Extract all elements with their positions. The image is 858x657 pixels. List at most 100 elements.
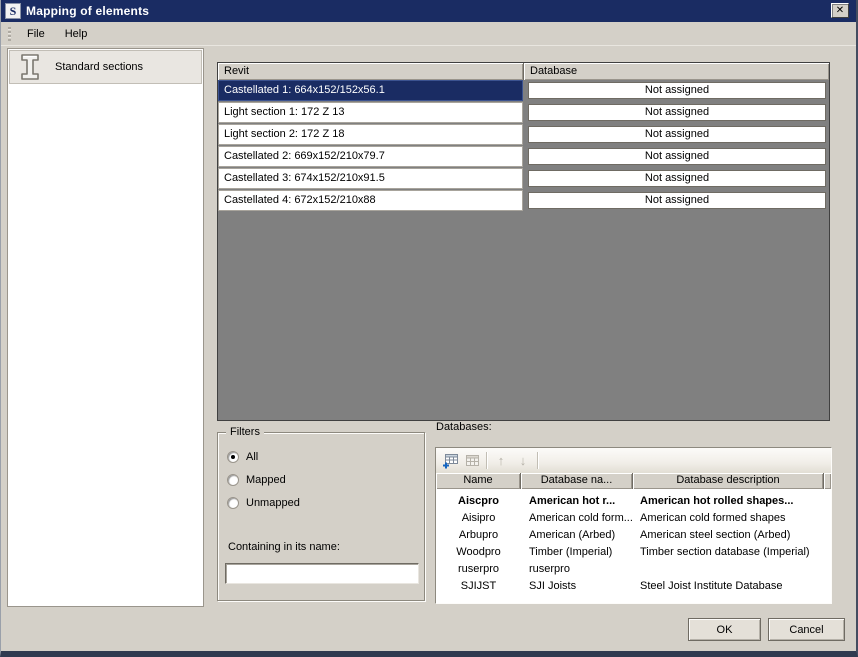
revit-section-cell[interactable]: Castellated 4: 672x152/210x88 [218,190,523,211]
database-row[interactable]: ruserpro ruserpro [436,561,831,578]
close-icon[interactable]: ✕ [831,3,849,18]
database-name-cell[interactable]: Aiscpro [436,493,521,510]
databases-panel: ↑ ↓ Name Database na... Database descrip… [435,447,832,604]
database-cell-area: Not assigned [524,168,829,189]
menu-bar: File Help [1,22,856,46]
edit-database-button[interactable] [461,451,483,471]
revit-section-cell[interactable]: Castellated 3: 674x152/210x91.5 [218,168,523,189]
database-row[interactable]: Aisipro American cold form... American c… [436,510,831,527]
add-database-button[interactable] [439,451,461,471]
filter-options: All Mapped Unmapped [218,451,424,509]
radio-button-icon[interactable] [227,474,239,486]
move-up-button[interactable]: ↑ [490,451,512,471]
database-name-cell[interactable]: Woodpro [436,544,521,561]
menu-help[interactable]: Help [55,24,98,44]
toolbar-separator [537,452,538,469]
filter-radio-option[interactable]: Mapped [227,474,424,486]
database-assignment-cell[interactable]: Not assigned [528,82,826,99]
filters-group: Filters All Mapped Unmapped Containing i… [217,426,425,601]
column-header-database-name[interactable]: Database na... [521,473,633,489]
database-cell-area: Not assigned [524,102,829,123]
sidebar-item-label: Standard sections [55,61,144,73]
radio-label: Unmapped [246,497,300,509]
radio-label: All [246,451,259,463]
database-dbname-cell[interactable]: Timber (Imperial) [521,544,633,561]
containing-in-name-label: Containing in its name: [228,541,340,553]
database-cell-area: Not assigned [524,190,829,211]
column-header-database-description[interactable]: Database description [633,473,824,489]
column-header-revit[interactable]: Revit [218,63,524,80]
database-row[interactable]: Woodpro Timber (Imperial) Timber section… [436,544,831,561]
filters-group-title: Filters [226,426,264,439]
i-beam-icon [21,54,39,80]
revit-section-cell[interactable]: Castellated 1: 664x152/152x56.1 [218,80,523,101]
databases-rows: Aiscpro American hot r... American hot r… [436,489,831,595]
database-description-cell[interactable]: American steel section (Arbed) [633,527,831,544]
sidebar: Standard sections [7,48,204,607]
table-row[interactable]: Castellated 2: 669x152/210x79.7 Not assi… [218,146,829,167]
database-description-cell[interactable] [633,561,831,578]
filter-radio-option[interactable]: All [227,451,424,463]
filter-radio-option[interactable]: Unmapped [227,497,424,509]
database-description-cell[interactable]: American hot rolled shapes... [633,493,831,510]
radio-label: Mapped [246,474,286,486]
database-assignment-cell[interactable]: Not assigned [528,148,826,165]
title-bar[interactable]: S Mapping of elements ✕ [1,0,856,22]
database-dbname-cell[interactable]: ruserpro [521,561,633,578]
database-row[interactable]: SJIJST SJI Joists Steel Joist Institute … [436,578,831,595]
revit-section-cell[interactable]: Light section 2: 172 Z 18 [218,124,523,145]
revit-section-cell[interactable]: Light section 1: 172 Z 13 [218,102,523,123]
databases-table-header: Name Database na... Database description [436,473,831,489]
window-title: Mapping of elements [26,4,150,18]
database-name-cell[interactable]: SJIJST [436,578,521,595]
table-row[interactable]: Castellated 4: 672x152/210x88 Not assign… [218,190,829,211]
radio-button-icon[interactable] [227,451,239,463]
mapping-of-elements-dialog: S Mapping of elements ✕ File Help Standa… [0,0,858,657]
containing-in-name-input[interactable] [225,563,419,584]
arrow-up-icon: ↑ [497,453,505,468]
database-description-cell[interactable]: Timber section database (Imperial) [633,544,831,561]
table-row[interactable]: Light section 2: 172 Z 18 Not assigned [218,124,829,145]
mapping-table-rows: Castellated 1: 664x152/152x56.1 Not assi… [218,80,829,211]
databases-label: Databases: [436,421,492,433]
database-dbname-cell[interactable]: American (Arbed) [521,527,633,544]
column-header-spacer [824,473,831,489]
edit-database-icon [465,454,479,466]
database-dbname-cell[interactable]: American hot r... [521,493,633,510]
sidebar-item-standard-sections[interactable]: Standard sections [9,50,202,84]
menu-file[interactable]: File [17,24,55,44]
database-description-cell[interactable]: American cold formed shapes [633,510,831,527]
table-row[interactable]: Light section 1: 172 Z 13 Not assigned [218,102,829,123]
add-database-icon [442,453,458,468]
mapping-table-header: Revit Database [218,63,829,80]
ok-button[interactable]: OK [688,618,761,641]
revit-section-cell[interactable]: Castellated 2: 669x152/210x79.7 [218,146,523,167]
radio-button-icon[interactable] [227,497,239,509]
database-name-cell[interactable]: Aisipro [436,510,521,527]
databases-toolbar: ↑ ↓ [436,448,831,473]
mapping-table: Revit Database Castellated 1: 664x152/15… [217,62,830,421]
database-row[interactable]: Arbupro American (Arbed) American steel … [436,527,831,544]
app-icon: S [5,3,21,19]
database-name-cell[interactable]: ruserpro [436,561,521,578]
database-cell-area: Not assigned [524,80,829,101]
toolbar-grip-icon[interactable] [8,26,11,41]
database-dbname-cell[interactable]: SJI Joists [521,578,633,595]
database-dbname-cell[interactable]: American cold form... [521,510,633,527]
column-header-database[interactable]: Database [524,63,829,80]
database-name-cell[interactable]: Arbupro [436,527,521,544]
cancel-button[interactable]: Cancel [768,618,845,641]
database-assignment-cell[interactable]: Not assigned [528,126,826,143]
database-assignment-cell[interactable]: Not assigned [528,170,826,187]
column-header-name[interactable]: Name [436,473,521,489]
database-assignment-cell[interactable]: Not assigned [528,104,826,121]
table-row[interactable]: Castellated 3: 674x152/210x91.5 Not assi… [218,168,829,189]
arrow-down-icon: ↓ [519,453,527,468]
toolbar-separator [486,452,487,469]
database-description-cell[interactable]: Steel Joist Institute Database [633,578,831,595]
move-down-button[interactable]: ↓ [512,451,534,471]
table-row[interactable]: Castellated 1: 664x152/152x56.1 Not assi… [218,80,829,101]
database-cell-area: Not assigned [524,124,829,145]
database-row[interactable]: Aiscpro American hot r... American hot r… [436,493,831,510]
database-assignment-cell[interactable]: Not assigned [528,192,826,209]
